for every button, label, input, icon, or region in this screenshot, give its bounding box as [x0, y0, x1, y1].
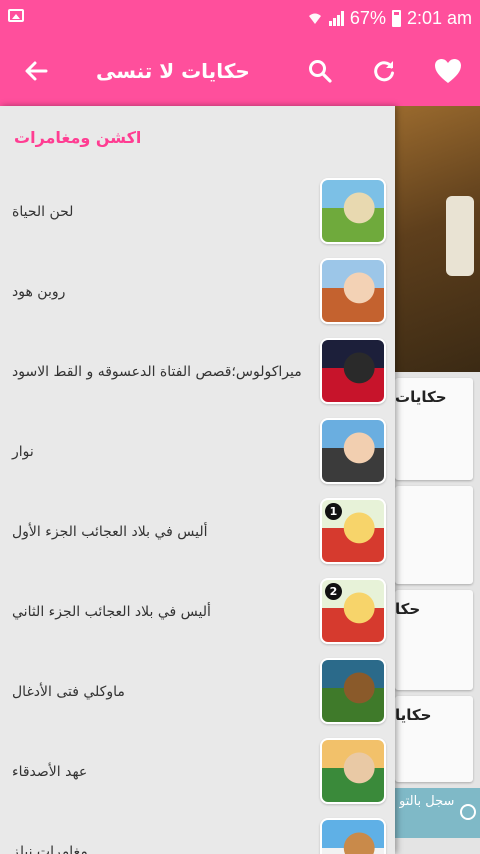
drawer-item-label: ماوكلي فتى الأدغال [12, 684, 125, 700]
search-icon[interactable] [298, 36, 342, 106]
drawer-item-label-wrap: نوار [12, 412, 310, 492]
app-bar: حكايات لا تنسى [0, 36, 480, 106]
drawer-item[interactable]: مغامرات نيلز [0, 812, 395, 854]
signal-icon [328, 10, 344, 26]
featured-banner-image[interactable] [395, 106, 480, 372]
background-card-title: حكايا [395, 706, 432, 724]
background-card[interactable]: حكا [395, 590, 473, 690]
thumbnail-number-badge: 2 [325, 583, 342, 600]
clock: 2:01 am [406, 7, 472, 28]
drawer-item-thumbnail [320, 258, 386, 324]
drawer-item-thumbnail: 1 [320, 498, 386, 564]
drawer-item-thumbnail [320, 818, 386, 854]
drawer-item-label: أليس في بلاد العجائب الجزء الأول [12, 524, 208, 540]
background-content: حكايات حكا حكايا سجل بالتو [395, 106, 480, 854]
drawer-item-label: نوار [12, 444, 34, 460]
drawer-item-label-wrap: ماوكلي فتى الأدغال [12, 652, 310, 732]
drawer-item-thumbnail [320, 658, 386, 724]
background-card-title: حكا [395, 600, 421, 618]
drawer-item-thumbnail [320, 418, 386, 484]
ad-banner[interactable]: سجل بالتو [395, 788, 480, 838]
drawer-item-label-wrap: عهد الأصدقاء [12, 732, 310, 812]
drawer-item-thumbnail [320, 178, 386, 244]
status-indicators: 67% 2:01 am [307, 0, 472, 36]
drawer-item[interactable]: أليس في بلاد العجائب الجزء الأول 1 [0, 492, 395, 572]
drawer-item-label: لحن الحياة [12, 204, 74, 220]
drawer-item-label: أليس في بلاد العجائب الجزء الثاني [12, 604, 211, 620]
arrow-back-icon[interactable] [14, 36, 58, 106]
background-card[interactable]: حكايات [395, 378, 473, 480]
drawer-item[interactable]: عهد الأصدقاء [0, 732, 395, 812]
drawer-item-thumbnail [320, 738, 386, 804]
drawer-item[interactable]: أليس في بلاد العجائب الجزء الثاني 2 [0, 572, 395, 652]
ad-text: سجل بالتو [399, 794, 455, 809]
drawer-item-thumbnail: 2 [320, 578, 386, 644]
drawer-item[interactable]: نوار [0, 412, 395, 492]
drawer-item[interactable]: ماوكلي فتى الأدغال [0, 652, 395, 732]
drawer-item-label-wrap: مغامرات نيلز [12, 812, 310, 854]
background-card-title: حكايات [395, 388, 447, 406]
navigation-drawer: اكشن ومغامرات لحن الحياة روبن هود ميراكولو… [0, 106, 395, 854]
drawer-item-label-wrap: روبن هود [12, 252, 310, 332]
drawer-item[interactable]: لحن الحياة [0, 172, 395, 252]
drawer-section-title: اكشن ومغامرات [14, 128, 142, 147]
app-title: حكايات لا تنسى [96, 59, 250, 83]
battery-percent: 67% [349, 7, 386, 28]
drawer-item-label: مغامرات نيلز [12, 844, 88, 854]
ad-info-icon[interactable] [460, 804, 476, 820]
drawer-item[interactable]: روبن هود [0, 252, 395, 332]
refresh-icon[interactable] [362, 36, 406, 106]
drawer-item-label: روبن هود [12, 284, 66, 300]
drawer-item-label-wrap: أليس في بلاد العجائب الجزء الأول [12, 492, 310, 572]
background-card[interactable] [395, 486, 473, 584]
drawer-item-label: عهد الأصدقاء [12, 764, 88, 780]
battery-icon [391, 9, 401, 27]
background-card[interactable]: حكايا [395, 696, 473, 782]
drawer-item-thumbnail [320, 338, 386, 404]
status-bar: 67% 2:01 am [0, 0, 480, 36]
wifi-icon [308, 13, 321, 24]
heart-icon[interactable] [426, 36, 470, 106]
drawer-item-label-wrap: أليس في بلاد العجائب الجزء الثاني [12, 572, 310, 652]
thumbnail-number-badge: 1 [325, 503, 342, 520]
drawer-item-label-wrap: لحن الحياة [12, 172, 310, 252]
gallery-notification-icon [8, 9, 24, 22]
drawer-item-label: ميراكولوس؛قصص الفتاة الدعسوقه و القط الا… [12, 364, 302, 380]
drawer-item[interactable]: ميراكولوس؛قصص الفتاة الدعسوقه و القط الا… [0, 332, 395, 412]
drawer-item-label-wrap: ميراكولوس؛قصص الفتاة الدعسوقه و القط الا… [12, 332, 310, 412]
